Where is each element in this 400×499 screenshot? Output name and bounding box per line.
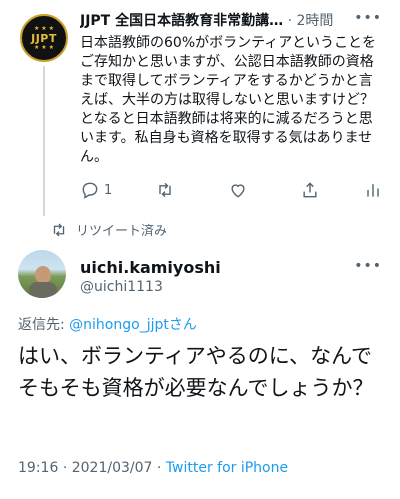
reply-count: 1: [104, 182, 113, 198]
author-handle[interactable]: @uichi1113: [80, 279, 163, 295]
parent-author-name[interactable]: JJPT 全国日本語教育非常勤講…: [80, 13, 283, 29]
tweet-time[interactable]: 19:16: [18, 460, 58, 476]
more-options-icon[interactable]: •••: [354, 10, 382, 26]
author-avatar[interactable]: [18, 250, 66, 298]
analytics-button[interactable]: [363, 178, 383, 202]
tweet-date[interactable]: 2021/03/07: [72, 460, 153, 476]
like-button[interactable]: [228, 178, 248, 202]
more-options-icon[interactable]: •••: [354, 258, 382, 274]
reply-target-link[interactable]: @nihongo_jjptさん: [69, 317, 197, 333]
analytics-icon: [367, 184, 379, 197]
reply-context: 返信先: @nihongo_jjptさん: [18, 314, 197, 334]
avatar-logo-text: JJPT: [31, 31, 57, 45]
retweet-icon: [159, 182, 171, 198]
reply-icon: [82, 182, 98, 199]
reply-prefix: 返信先:: [18, 317, 70, 333]
parent-avatar[interactable]: ★ ★ ★ JJPT ★ ★ ★: [20, 14, 68, 62]
meta-separator: ·: [62, 460, 68, 476]
heart-icon: [231, 184, 245, 198]
retweeted-label: リツイート済み: [76, 224, 168, 239]
meta-separator: ·: [156, 460, 162, 476]
star-icon: ★ ★ ★: [34, 43, 54, 51]
retweet-icon: [53, 223, 65, 236]
parent-tweet-text: 日本語教師の60%がボランティアということをご存知かと思いますが、公認日本語教師…: [80, 35, 376, 165]
tweet-source[interactable]: Twitter for iPhone: [166, 460, 288, 476]
thread-line: [43, 66, 45, 216]
tweet-text: はい、ボランティアやるのに、なんでそもそも資格が必要なんでしょうか？: [18, 344, 374, 400]
tweet-meta: 19:16 · 2021/03/07 · Twitter for iPhone: [18, 460, 288, 476]
retweeted-indicator: リツイート済み: [50, 220, 167, 239]
parent-separator: ·: [287, 13, 293, 29]
parent-timestamp[interactable]: 2時間: [296, 13, 333, 29]
author-name[interactable]: uichi.kamiyoshi: [80, 258, 221, 277]
reply-button[interactable]: 1: [80, 178, 112, 202]
avatar-body: [29, 282, 57, 298]
retweet-button[interactable]: [155, 178, 175, 202]
parent-header: JJPT 全国日本語教育非常勤講… · 2時間: [80, 10, 380, 30]
share-icon: [303, 182, 317, 198]
share-button[interactable]: [300, 178, 320, 202]
parent-action-bar: 1: [80, 178, 380, 202]
